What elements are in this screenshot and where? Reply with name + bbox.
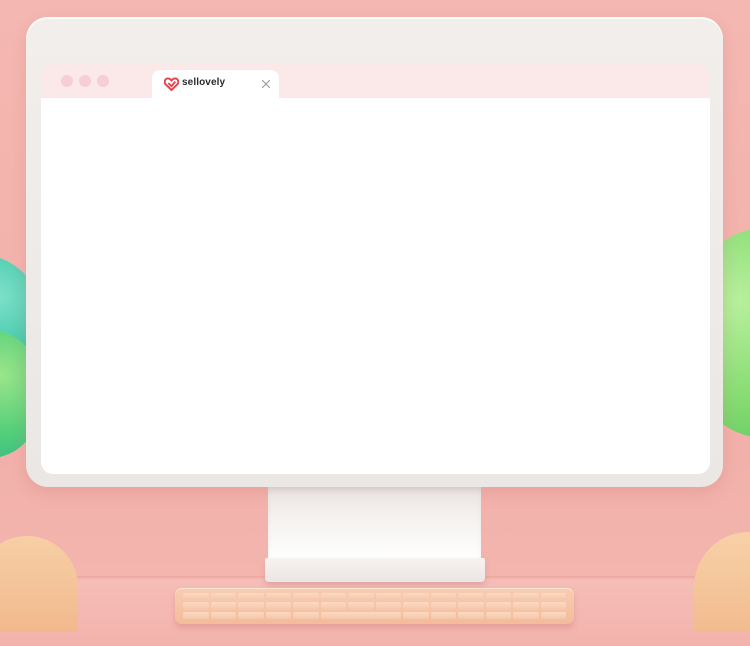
browser-window: sellovely	[41, 64, 710, 474]
keyboard-key	[265, 602, 291, 610]
keyboard-spacebar	[320, 611, 401, 619]
keyboard-key	[458, 611, 484, 619]
keyboard-key	[210, 611, 236, 619]
keyboard-key	[485, 602, 511, 610]
tab-title: sellovely	[182, 77, 226, 88]
keyboard-key	[320, 593, 346, 601]
keyboard-key	[293, 602, 319, 610]
keyboard-key	[238, 593, 264, 601]
close-icon[interactable]	[260, 78, 272, 90]
keyboard-key	[210, 602, 236, 610]
keyboard-key	[430, 593, 456, 601]
monitor-stand-neck	[268, 487, 481, 559]
keyboard-key	[403, 602, 429, 610]
window-maximize-dot[interactable]	[97, 75, 109, 87]
decorative-peach-half-circle-right	[694, 532, 750, 632]
keyboard-key	[265, 611, 291, 619]
keyboard-key	[513, 602, 539, 610]
keyboard-key	[320, 602, 346, 610]
keyboard-key	[293, 593, 319, 601]
scene: sellovely	[0, 0, 750, 646]
keyboard-key	[238, 611, 264, 619]
keyboard-key	[348, 593, 374, 601]
keyboard-key	[540, 611, 566, 619]
keyboard	[175, 588, 574, 624]
keyboard-key	[458, 593, 484, 601]
heart-logo-icon	[164, 77, 179, 91]
browser-tab-sellovely[interactable]: sellovely	[152, 70, 279, 98]
keyboard-key	[513, 611, 539, 619]
monitor-stand-base	[265, 558, 485, 582]
keyboard-key	[458, 602, 484, 610]
keyboard-key	[403, 611, 429, 619]
keyboard-key	[513, 593, 539, 601]
keyboard-key	[183, 593, 209, 601]
keyboard-key	[485, 593, 511, 601]
keyboard-key	[210, 593, 236, 601]
window-close-dot[interactable]	[61, 75, 73, 87]
keyboard-key	[265, 593, 291, 601]
keyboard-key	[430, 611, 456, 619]
keyboard-key	[348, 602, 374, 610]
browser-titlebar: sellovely	[41, 64, 710, 98]
keyboard-key	[430, 602, 456, 610]
keyboard-key	[183, 611, 209, 619]
keyboard-key	[375, 602, 401, 610]
keyboard-keys	[183, 593, 566, 619]
decorative-peach-half-circle-left	[0, 536, 78, 632]
keyboard-key	[540, 593, 566, 601]
window-minimize-dot[interactable]	[79, 75, 91, 87]
keyboard-key	[293, 611, 319, 619]
keyboard-key	[485, 611, 511, 619]
page-content-area[interactable]	[41, 98, 710, 474]
keyboard-key	[238, 602, 264, 610]
keyboard-key	[540, 602, 566, 610]
keyboard-key	[375, 593, 401, 601]
keyboard-key	[183, 602, 209, 610]
keyboard-key	[403, 593, 429, 601]
